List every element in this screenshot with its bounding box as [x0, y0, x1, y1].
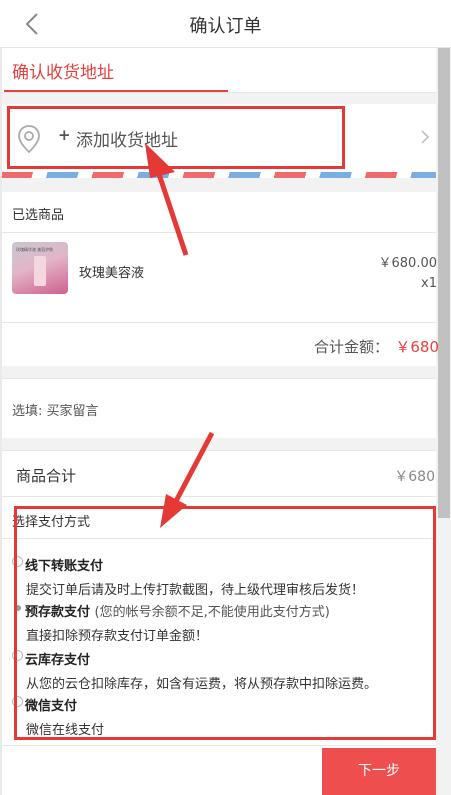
divider	[2, 378, 436, 379]
total-amount-value: ￥680	[395, 338, 439, 356]
page-title: 确认订单	[189, 16, 262, 37]
buyer-message-field[interactable]: 选填: 买家留言	[12, 400, 99, 419]
address-tab[interactable]: 确认收货地址	[12, 58, 114, 83]
chevron-right-icon	[421, 130, 430, 144]
thumbnail-caption: 玫瑰精华液 美容护肤	[16, 247, 54, 252]
total-amount-label: 合计金额：	[313, 338, 389, 356]
divider	[2, 232, 436, 233]
product-quantity: x1	[421, 276, 437, 291]
annotation-box-payment	[14, 506, 436, 740]
section-gap	[2, 438, 436, 450]
divider	[2, 496, 436, 497]
section-gap	[2, 178, 436, 192]
scrollbar-thumb[interactable]	[438, 48, 450, 518]
header-bar: 确认订单	[0, 0, 451, 48]
selected-products-label: 已选商品	[12, 208, 65, 223]
section-gap	[2, 93, 436, 104]
product-name: 玫瑰美容液	[79, 266, 145, 281]
product-thumbnail[interactable]: 玫瑰精华液 美容护肤	[12, 242, 68, 294]
section-gap	[2, 366, 436, 378]
product-price: ￥680.00	[378, 256, 438, 271]
divider	[2, 322, 436, 323]
goods-subtotal-label: 商品合计	[16, 467, 77, 485]
divider	[2, 450, 436, 451]
divider	[2, 745, 436, 746]
annotation-box-address	[7, 106, 345, 169]
bottle-image	[34, 256, 46, 286]
next-step-button[interactable]: 下一步	[322, 748, 436, 795]
goods-subtotal-value: ￥680	[394, 469, 435, 485]
